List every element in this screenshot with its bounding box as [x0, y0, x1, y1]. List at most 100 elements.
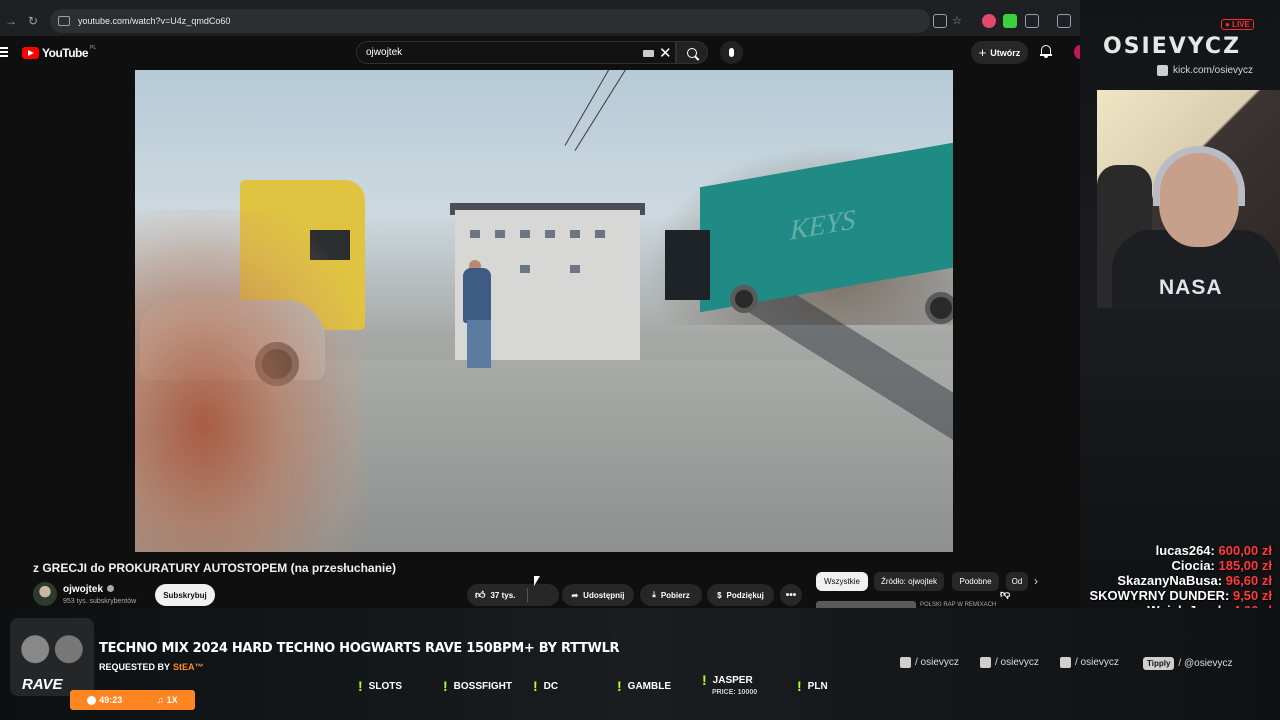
- reload-icon[interactable]: ↻: [22, 10, 44, 32]
- kick-icon: [1157, 65, 1168, 76]
- exclamation-icon: !: [617, 678, 622, 694]
- forward-icon[interactable]: →: [0, 10, 22, 32]
- headset-icon: [1153, 146, 1245, 206]
- share-label: Udostępnij: [583, 590, 625, 600]
- channel-name[interactable]: ojwojtek: [63, 584, 103, 595]
- recommendation-thumbnail[interactable]: [816, 601, 916, 608]
- video-person-legs: [467, 320, 491, 368]
- youtube-header: YouTube PL ojwojtek ✕ + Utwórz: [0, 36, 1080, 70]
- command-bossfight: ! BOSSFIGHT: [443, 678, 513, 694]
- chip-source[interactable]: Źródło: ojwojtek: [874, 572, 944, 591]
- create-button[interactable]: + Utwórz: [971, 41, 1028, 64]
- microphone-icon: [729, 48, 734, 57]
- chip-more[interactable]: Od: [1006, 572, 1028, 591]
- video-blur: [135, 210, 365, 552]
- chip-all[interactable]: Wszystkie: [816, 572, 868, 591]
- install-icon[interactable]: [933, 14, 947, 28]
- donation-row: SKOWYRNY DUNDER: 9,50 zł: [1089, 588, 1272, 603]
- exclamation-icon: !: [443, 678, 448, 694]
- live-badge: ● LIVE: [1221, 19, 1254, 30]
- notifications-bell-icon[interactable]: [1040, 45, 1052, 58]
- chip-similar[interactable]: Podobne: [952, 572, 999, 591]
- kick-link: kick.com/osievycz: [1157, 65, 1253, 76]
- instagram-icon: [900, 657, 911, 668]
- create-label: Utwórz: [990, 47, 1021, 58]
- social-youtube: / osievycz: [1060, 657, 1119, 668]
- extension-red-icon[interactable]: [982, 14, 996, 28]
- requested-by: REQUESTED BY StEA™: [99, 662, 204, 672]
- streamer-brand: OSIEVYCZ: [1103, 34, 1242, 59]
- social-tipply: Tipply / @osievycz: [1143, 657, 1232, 670]
- keyboard-icon[interactable]: [643, 50, 654, 57]
- download-label: Pobierz: [660, 590, 690, 600]
- donation-list: lucas264: 600,00 zł Ciocia: 185,00 zł Sk…: [1089, 543, 1272, 618]
- video-title: z GRECJI do PROKURATURY AUTOSTOPEM (na p…: [33, 561, 396, 575]
- exclamation-icon: !: [702, 672, 707, 688]
- command-jasper: ! JASPER: [702, 672, 753, 688]
- donation-row: lucas264: 600,00 zł: [1155, 543, 1272, 558]
- search-icon: [687, 47, 697, 58]
- like-dislike-group: 👍︎ 37 tys. 👎︎: [467, 584, 1010, 606]
- verified-icon: [107, 585, 115, 592]
- song-cover-label: RAVE: [22, 676, 63, 693]
- youtube-logo[interactable]: YouTube PL: [22, 45, 97, 60]
- reading-list-icon[interactable]: [1057, 14, 1071, 28]
- logo-text: YouTube: [42, 46, 89, 60]
- plus-icon: +: [978, 45, 987, 60]
- search-input[interactable]: ojwojtek ✕: [356, 41, 676, 64]
- video-person: [463, 268, 491, 323]
- chevron-right-icon[interactable]: ›: [1034, 574, 1038, 588]
- jasper-price: PRICE: 10000: [712, 689, 758, 696]
- video-dark-cab: [665, 230, 710, 300]
- star-icon[interactable]: ☆: [952, 14, 966, 28]
- like-icon[interactable]: 👍︎: [475, 589, 485, 601]
- song-plays: ♫ 1X: [156, 695, 178, 705]
- tiktok-icon: [980, 657, 991, 668]
- browser-window: → ↻ youtube.com/watch?v=U4z_qmdCo60 ☆ Yo…: [0, 0, 1080, 608]
- screen: → ↻ youtube.com/watch?v=U4z_qmdCo60 ☆ Yo…: [0, 0, 1280, 720]
- url-field[interactable]: youtube.com/watch?v=U4z_qmdCo60: [50, 9, 930, 33]
- download-button[interactable]: ⤓ Pobierz: [640, 584, 702, 606]
- extensions-puzzle-icon[interactable]: [1025, 14, 1039, 28]
- download-icon: ⤓: [652, 590, 656, 599]
- youtube-icon: [1060, 657, 1071, 668]
- share-button[interactable]: ➦ Udostępnij: [562, 584, 634, 606]
- search-button[interactable]: [676, 41, 708, 64]
- kick-url: kick.com/osievycz: [1173, 65, 1254, 76]
- thanks-label: Podziękuj: [726, 590, 764, 600]
- command-pln: ! PLN: [797, 678, 828, 694]
- donation-row: Ciocia: 185,00 zł: [1171, 558, 1272, 573]
- exclamation-icon: !: [533, 678, 538, 694]
- thanks-icon: $: [717, 590, 722, 600]
- clock-icon: [87, 696, 97, 706]
- social-instagram: / osievycz: [900, 657, 959, 668]
- address-bar-row: → ↻ youtube.com/watch?v=U4z_qmdCo60 ☆: [0, 6, 1080, 36]
- song-stats-bar: 49:23 ♫ 1X: [70, 690, 195, 710]
- subscribe-button[interactable]: Subskrybuj: [155, 584, 215, 606]
- song-time: 49:23: [87, 695, 122, 706]
- share-icon: ➦: [571, 590, 579, 600]
- webcam: NASA: [1097, 90, 1280, 308]
- shirt-print: NASA: [1159, 276, 1223, 299]
- menu-icon[interactable]: [0, 47, 8, 57]
- country-code: PL: [90, 45, 97, 51]
- channel-avatar[interactable]: [33, 582, 57, 606]
- mouse-cursor-icon: [534, 576, 540, 586]
- clear-search-icon[interactable]: ✕: [659, 44, 672, 62]
- channel-name-row[interactable]: ojwojtek: [63, 584, 115, 595]
- tipply-badge: Tipply: [1143, 657, 1175, 670]
- more-actions-icon[interactable]: •••: [780, 584, 802, 606]
- video-player[interactable]: KEYS: [135, 70, 953, 552]
- command-gamble: ! GAMBLE: [617, 678, 672, 694]
- voice-search-button[interactable]: [720, 41, 743, 64]
- extension-green-icon[interactable]: [1003, 14, 1017, 28]
- url-text: youtube.com/watch?v=U4z_qmdCo60: [78, 16, 231, 26]
- exclamation-icon: !: [797, 678, 802, 694]
- music-note-icon: ♫: [156, 695, 164, 705]
- command-dc: ! DC: [533, 678, 559, 694]
- divider: [527, 588, 528, 602]
- thanks-button[interactable]: $ Podziękuj: [707, 584, 774, 606]
- command-slots: ! SLOTS: [358, 678, 403, 694]
- like-count[interactable]: 37 tys.: [490, 591, 515, 600]
- site-info-icon[interactable]: [58, 16, 70, 26]
